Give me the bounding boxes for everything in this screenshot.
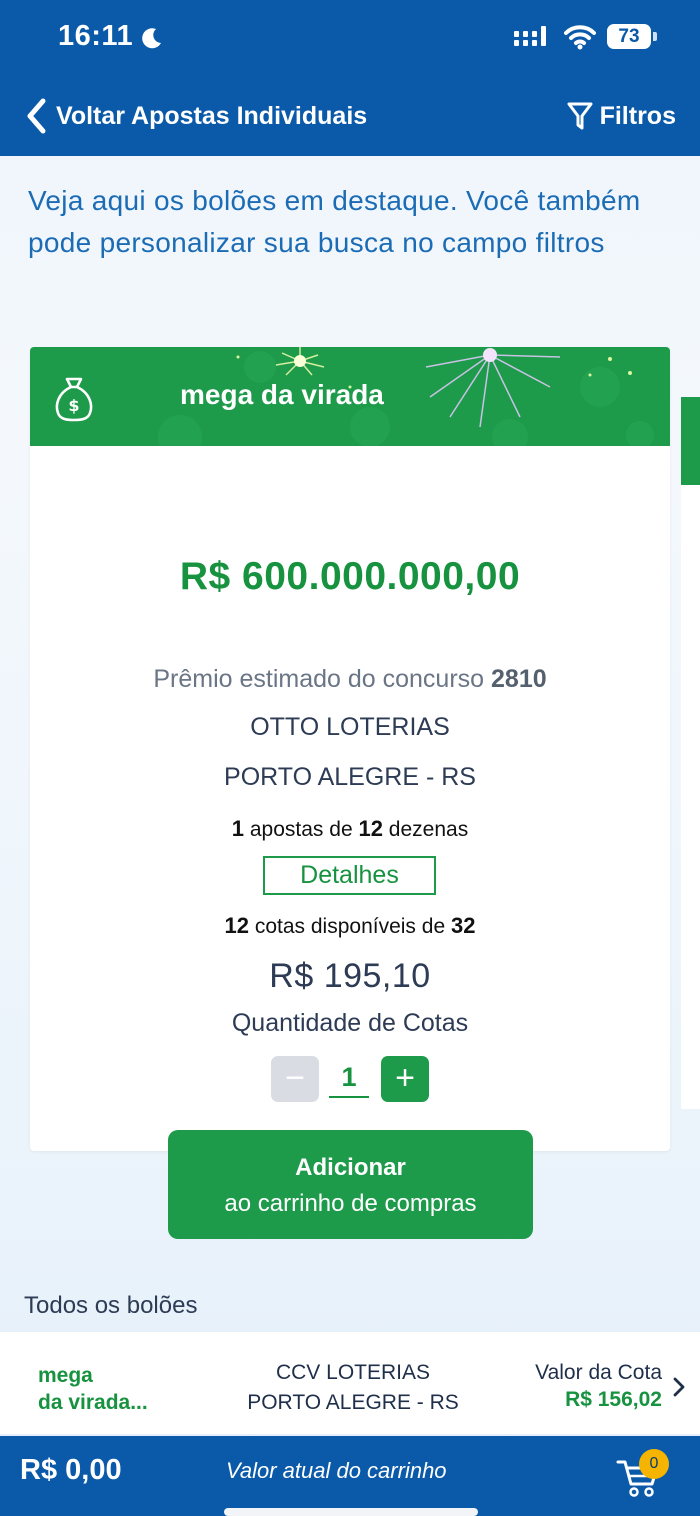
dozens-label: dezenas bbox=[388, 818, 469, 841]
svg-text:$: $ bbox=[68, 396, 79, 415]
battery-indicator: 73 bbox=[607, 24, 657, 49]
estimate-text: Prêmio estimado do concurso bbox=[153, 665, 485, 693]
game-name: mega da virada bbox=[180, 379, 384, 410]
cellular-signal-icon bbox=[514, 26, 546, 46]
pool-list-item[interactable]: mega da virada... CCV LOTERIAS PORTO ALE… bbox=[0, 1332, 700, 1434]
increment-button[interactable]: + bbox=[381, 1056, 429, 1102]
intro-text: Veja aqui os bolões em destaque. Você ta… bbox=[28, 185, 641, 258]
back-label: Voltar Apostas Individuais bbox=[56, 101, 368, 130]
money-bag-icon: $ bbox=[55, 377, 93, 422]
bets-info: 1 apostas de 12 dezenas bbox=[30, 816, 670, 842]
cart-total: R$ 0,00 bbox=[20, 1454, 122, 1486]
quotas-available-count: 12 bbox=[224, 913, 249, 938]
pool-game-name: mega da virada... bbox=[38, 1362, 148, 1416]
details-button[interactable]: Detalhes bbox=[263, 856, 436, 895]
bets-count: 1 bbox=[231, 816, 245, 841]
prize-amount: R$ 600.000.000,00 bbox=[179, 555, 521, 598]
add-to-cart-button[interactable]: Adicionar ao carrinho de compras bbox=[168, 1130, 533, 1239]
filter-button[interactable]: Filtros bbox=[566, 94, 676, 138]
pool-lottery-info: CCV LOTERIAS PORTO ALEGRE - RS bbox=[218, 1358, 488, 1418]
wifi-icon bbox=[564, 25, 596, 50]
contest-estimate: Prêmio estimado do concurso 2810 bbox=[30, 665, 670, 694]
featured-pool-card: $ mega da virada R$ 600.000.000,00 Prêmi… bbox=[30, 347, 670, 1151]
dozens-count: 12 bbox=[358, 816, 383, 841]
add-to-cart-line1: Adicionar bbox=[295, 1154, 406, 1181]
pool-game-line2: da virada... bbox=[38, 1391, 148, 1414]
quantity-value[interactable]: 1 bbox=[329, 1058, 369, 1098]
moon-icon bbox=[142, 28, 161, 49]
pool-price: R$ 156,02 bbox=[565, 1388, 662, 1411]
card-banner: $ mega da virada bbox=[30, 347, 670, 446]
bets-mid-text: apostas de bbox=[249, 818, 353, 841]
quantity-label: Quantidade de Cotas bbox=[231, 1009, 469, 1037]
quotas-mid-text: cotas disponíveis de bbox=[254, 915, 446, 938]
quotas-available-info: 12 cotas disponíveis de 32 bbox=[30, 913, 670, 939]
contest-number: 2810 bbox=[491, 665, 547, 693]
quantity-stepper: − 1 + bbox=[271, 1056, 429, 1102]
lottery-name: OTTO LOTERIAS bbox=[250, 713, 450, 741]
status-time: 16:11 bbox=[58, 20, 134, 52]
home-indicator[interactable] bbox=[224, 1508, 478, 1516]
chevron-left-icon bbox=[27, 98, 46, 134]
cart-label: Valor atual do carrinho bbox=[226, 1458, 447, 1483]
decrement-button[interactable]: − bbox=[271, 1056, 319, 1102]
cart-count-badge: 0 bbox=[639, 1449, 669, 1479]
next-card-peek[interactable] bbox=[681, 397, 700, 1109]
back-button[interactable]: Voltar Apostas Individuais bbox=[24, 94, 367, 138]
funnel-icon bbox=[567, 102, 593, 130]
pool-lottery-name: CCV LOTERIAS bbox=[275, 1361, 431, 1384]
pool-price-label: Valor da Cota bbox=[535, 1361, 662, 1384]
quota-price: R$ 195,10 bbox=[269, 957, 431, 995]
quotas-total-count: 32 bbox=[450, 913, 476, 938]
pool-lottery-city: PORTO ALEGRE - RS bbox=[247, 1391, 459, 1414]
cart-bar: R$ 0,00 Valor atual do carrinho 0 bbox=[0, 1436, 700, 1516]
filter-label: Filtros bbox=[599, 101, 676, 130]
pool-game-line1: mega bbox=[38, 1364, 93, 1387]
all-pools-title: Todos os bolões bbox=[24, 1292, 198, 1319]
app-header: 16:11 73 Voltar Apostas Individuais Filt… bbox=[0, 0, 700, 156]
add-to-cart-line2: ao carrinho de compras bbox=[224, 1190, 477, 1217]
chevron-right-icon bbox=[673, 1377, 685, 1397]
lottery-city: PORTO ALEGRE - RS bbox=[224, 763, 476, 791]
